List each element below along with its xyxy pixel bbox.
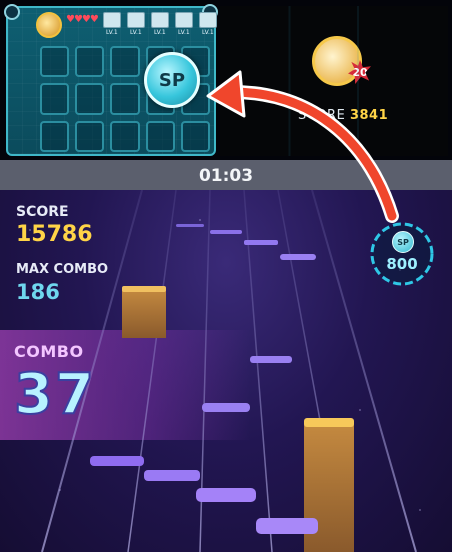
tap-note xyxy=(90,456,144,466)
grid-cell[interactable] xyxy=(110,46,140,78)
max-combo-value: 186 xyxy=(16,280,60,304)
score-label: SCORE xyxy=(16,204,69,220)
grid-cell[interactable] xyxy=(75,83,105,115)
sp-gauge[interactable]: SP 800 xyxy=(369,221,435,287)
level-item-slot: LV.1 xyxy=(198,12,218,36)
match-timer: 01:03 xyxy=(198,166,254,186)
level-item-slot: LV.1 xyxy=(126,12,146,36)
level-item-icon xyxy=(150,12,169,28)
tap-note xyxy=(256,518,318,534)
grid-cell[interactable] xyxy=(40,83,70,115)
level-item-icon xyxy=(198,12,217,28)
grid-cell[interactable] xyxy=(75,120,105,152)
sp-orb-icon: SP xyxy=(392,231,414,253)
tap-note xyxy=(210,230,242,234)
level-item-icon xyxy=(174,12,193,28)
character-avatar-icon xyxy=(36,12,62,38)
combo-value: 37 xyxy=(13,361,96,428)
combo-label: COMBO xyxy=(14,342,84,361)
game-screen: ♥♥♥♥ LV.1 LV.1 LV.1 LV.1 LV.1 20 SCORE 3… xyxy=(0,0,452,552)
level-item-icon xyxy=(126,12,145,28)
level-item-slot: LV.1 xyxy=(174,12,194,36)
tap-note xyxy=(280,254,316,260)
opponent-panel: 20 SCORE 3841 xyxy=(220,6,448,156)
grid-cell[interactable] xyxy=(180,120,210,152)
tap-note xyxy=(144,470,200,481)
level-item-slot: LV.1 xyxy=(150,12,170,36)
level-item-icon xyxy=(102,12,121,28)
lane-line xyxy=(127,190,177,552)
grid-cell[interactable] xyxy=(145,120,175,152)
grid-cell[interactable] xyxy=(40,46,70,78)
grid-cell[interactable] xyxy=(40,120,70,152)
rhythm-play-field[interactable]: SCORE 15786 MAX COMBO 186 COMBO 37 SP 80… xyxy=(0,190,452,552)
score-value: 15786 xyxy=(16,222,93,247)
grid-cell[interactable] xyxy=(110,83,140,115)
rank-badge: 20 xyxy=(348,60,372,84)
grid-cell[interactable] xyxy=(75,46,105,78)
sp-orb-icon[interactable]: SP xyxy=(144,52,200,108)
player-status-strip: ♥♥♥♥ LV.1 LV.1 LV.1 LV.1 LV.1 xyxy=(36,12,218,38)
heart-icon: ♥♥♥♥ xyxy=(66,14,99,25)
tap-note xyxy=(202,403,250,412)
top-preview: ♥♥♥♥ LV.1 LV.1 LV.1 LV.1 LV.1 20 SCORE 3… xyxy=(0,0,452,160)
opponent-score: SCORE 3841 xyxy=(298,108,389,123)
grid-cell[interactable] xyxy=(110,120,140,152)
tap-note xyxy=(244,240,278,245)
level-item-slot: LV.1 xyxy=(102,12,122,36)
sp-value: 800 xyxy=(386,255,418,273)
tap-note xyxy=(196,488,256,502)
hold-note-head xyxy=(122,286,166,292)
character-avatar-icon xyxy=(312,36,362,86)
hold-note-head xyxy=(304,418,354,427)
tap-note xyxy=(176,224,204,227)
tap-note xyxy=(250,356,292,363)
corner-bolt-icon xyxy=(4,4,20,20)
hold-note xyxy=(122,288,166,338)
max-combo-label: MAX COMBO xyxy=(16,262,109,277)
